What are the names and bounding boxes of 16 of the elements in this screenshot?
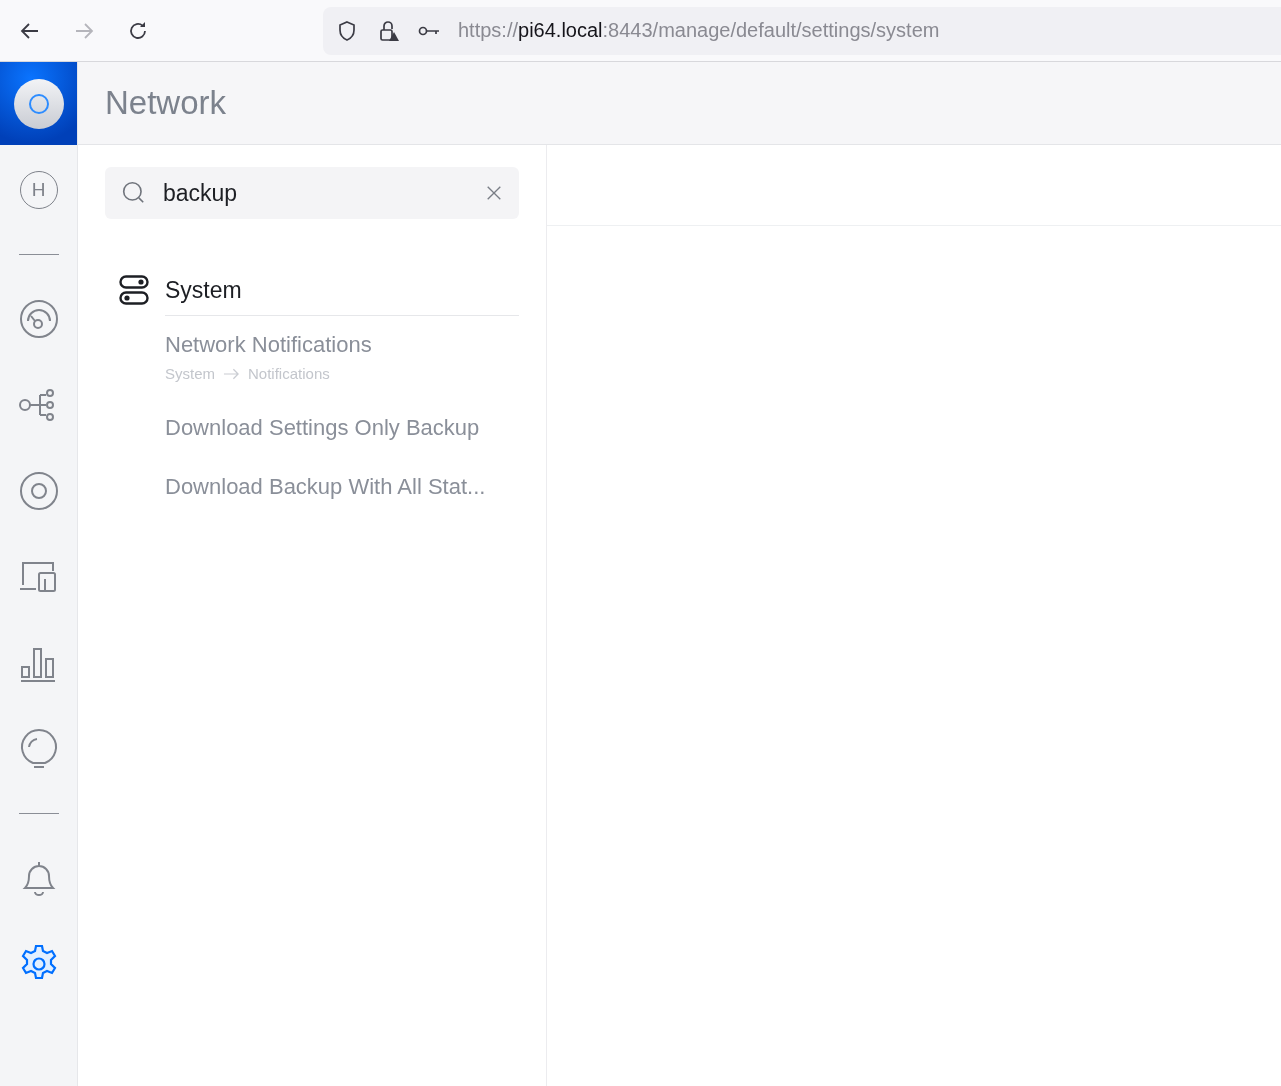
- section-title: System: [165, 276, 242, 304]
- breadcrumb-item: System: [165, 365, 215, 382]
- address-bar[interactable]: https://pi64.local:8443/manage/default/settings/system: [323, 6, 1281, 55]
- search-result[interactable]: Network Notifications: [165, 332, 372, 357]
- search-result[interactable]: Download Backup With All Stat...: [165, 474, 486, 499]
- search-result[interactable]: Download Settings Only Backup: [165, 415, 480, 440]
- clear-icon[interactable]: [485, 184, 503, 202]
- app-logo[interactable]: [0, 62, 77, 145]
- breadcrumb-item: Notifications: [248, 365, 330, 382]
- search-icon: [121, 180, 147, 206]
- url-text: https://pi64.local:8443/manage/default/settings/system: [458, 19, 940, 42]
- search-field[interactable]: backup: [105, 167, 519, 219]
- arrow-icon: [223, 367, 240, 380]
- toggles-icon: [119, 275, 149, 305]
- search-field[interactable]: backup: [163, 179, 469, 207]
- page-title: Network: [105, 84, 227, 122]
